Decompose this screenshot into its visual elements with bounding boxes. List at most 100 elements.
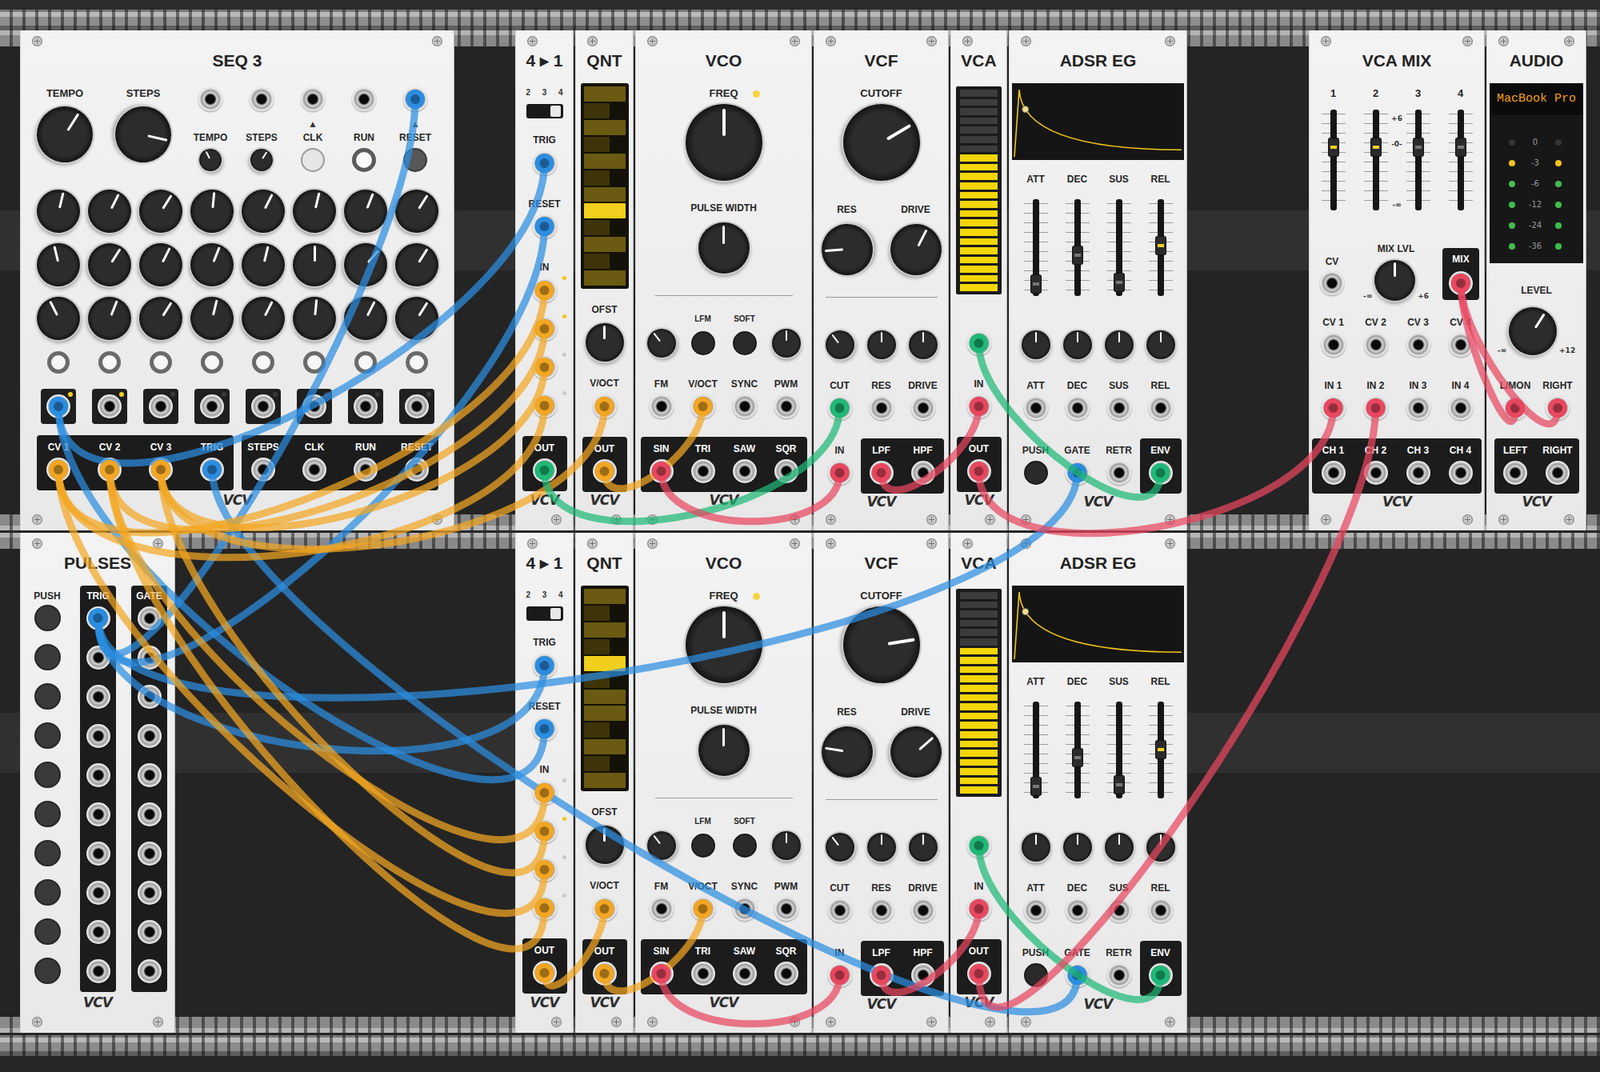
cable-plug[interactable]	[535, 396, 555, 416]
slider-handle[interactable]	[1031, 777, 1041, 796]
output-jack[interactable]	[1503, 460, 1528, 485]
cable-plug[interactable]	[595, 396, 615, 416]
cable-plug[interactable]	[88, 608, 108, 628]
output-jack[interactable]	[774, 961, 799, 986]
cv-jack[interactable]	[967, 331, 992, 356]
output-jack[interactable]	[691, 961, 716, 986]
envelope-jack[interactable]	[1148, 460, 1173, 485]
gate-button[interactable]	[252, 351, 275, 374]
gate-jack[interactable]	[137, 684, 162, 709]
cable-plug[interactable]	[830, 398, 850, 418]
vco-module[interactable]: VCOFREQPULSE WIDTHLFMSOFTFMV/OCTSYNCPWMS…	[635, 532, 812, 1033]
gate-button[interactable]	[98, 351, 121, 374]
cv-jack[interactable]	[1321, 332, 1346, 357]
attenuator-knob[interactable]	[1063, 832, 1092, 862]
cable[interactable]	[595, 899, 713, 992]
cable-plug[interactable]	[652, 461, 672, 481]
push-button[interactable]	[34, 957, 61, 984]
input-jack[interactable]	[592, 896, 617, 921]
trig-jack[interactable]	[86, 802, 111, 827]
note-key[interactable]	[584, 270, 626, 286]
step-knob[interactable]	[336, 289, 396, 348]
slider-handle[interactable]	[1072, 748, 1083, 767]
cable[interactable]	[652, 461, 850, 522]
input-jack[interactable]	[300, 87, 325, 112]
cable-plug[interactable]	[48, 460, 68, 480]
audio-module[interactable]: AUDIOMacBook Pro0-3-6-12-24-36LEVEL-∞+12…	[1486, 30, 1587, 531]
cable[interactable]	[969, 398, 1386, 1008]
step-knob[interactable]	[81, 290, 138, 347]
push-button[interactable]	[1024, 460, 1048, 485]
input-jack[interactable]	[198, 87, 223, 112]
input-jack[interactable]	[352, 87, 376, 112]
cable-wire[interactable]	[979, 408, 1376, 1008]
input-jack[interactable]	[1448, 396, 1473, 420]
push-button[interactable]	[34, 683, 61, 710]
step-knob[interactable]	[131, 288, 192, 349]
mode-switch[interactable]	[526, 606, 564, 621]
retrigger-jack[interactable]	[1107, 963, 1132, 988]
cable-wire[interactable]	[979, 343, 1161, 497]
output-jack[interactable]	[46, 457, 71, 482]
output-jack[interactable]	[200, 457, 224, 482]
fourone-module[interactable]: 4 ▸ 1234TRIGRESETINOUTVCV	[515, 532, 574, 1033]
push-button[interactable]	[34, 918, 61, 945]
pulse-width-knob[interactable]	[698, 222, 750, 274]
input-jack[interactable]	[869, 898, 894, 923]
note-key[interactable]	[584, 772, 626, 788]
cable-plug[interactable]	[151, 460, 171, 480]
output-jack[interactable]	[774, 459, 799, 484]
cable-plug[interactable]	[1151, 965, 1171, 985]
cable-wire[interactable]	[98, 99, 416, 654]
input-jack[interactable]	[967, 394, 992, 419]
cable-wire[interactable]	[979, 408, 1334, 534]
output-jack[interactable]	[1406, 460, 1431, 485]
output-jack[interactable]	[251, 457, 276, 482]
cable[interactable]	[100, 460, 555, 949]
cable-plug[interactable]	[969, 461, 989, 481]
step-knob[interactable]	[185, 292, 238, 344]
input-jack[interactable]	[1148, 898, 1173, 923]
reset-jack[interactable]	[532, 214, 557, 239]
cable-plug[interactable]	[535, 860, 555, 880]
step-knob[interactable]	[288, 184, 340, 237]
toggle-button[interactable]	[691, 331, 716, 356]
cable-plug[interactable]	[969, 333, 989, 353]
cable-plug[interactable]	[872, 965, 892, 985]
freq-knob[interactable]	[685, 606, 763, 684]
cable-wire[interactable]	[979, 845, 1161, 1000]
input-jack[interactable]	[1148, 396, 1173, 420]
note-key[interactable]	[584, 86, 626, 102]
attenuator-knob[interactable]	[819, 827, 860, 868]
cable[interactable]	[535, 899, 615, 986]
cable[interactable]	[151, 357, 555, 528]
mix-level-knob[interactable]	[1374, 260, 1416, 301]
retrigger-jack[interactable]	[1107, 460, 1132, 485]
note-key[interactable]	[584, 236, 626, 252]
cable-wire[interactable]	[98, 226, 545, 663]
slider[interactable]	[1107, 701, 1132, 799]
step-knob[interactable]	[292, 243, 336, 287]
input-jack[interactable]	[1024, 396, 1048, 420]
input-jack[interactable]	[532, 278, 557, 303]
device-display[interactable]: MacBook Pro	[1489, 83, 1584, 116]
gate-jack[interactable]	[137, 841, 162, 866]
output-jack[interactable]	[1545, 460, 1570, 485]
input-jack[interactable]	[1107, 396, 1132, 420]
cv-jack[interactable]	[1364, 332, 1388, 357]
adsr-module[interactable]: ADSR EGATTDECSUSRELATTDECSUSRELPUSHGATER…	[1008, 532, 1188, 1033]
gate-jack[interactable]	[137, 763, 162, 788]
output-jack[interactable]	[732, 961, 757, 986]
cable-wire[interactable]	[881, 406, 980, 491]
cable-plug[interactable]	[1366, 398, 1386, 418]
input-jack[interactable]	[869, 396, 894, 420]
slider[interactable]	[1065, 199, 1090, 296]
note-key[interactable]	[584, 756, 610, 772]
output-jack[interactable]	[532, 960, 557, 985]
cable-plug[interactable]	[88, 608, 108, 628]
output-jack[interactable]	[302, 394, 327, 419]
cable-plug[interactable]	[595, 461, 615, 481]
output-jack[interactable]	[404, 457, 429, 482]
input-jack[interactable]	[532, 355, 557, 380]
cable-wire[interactable]	[98, 472, 1078, 698]
